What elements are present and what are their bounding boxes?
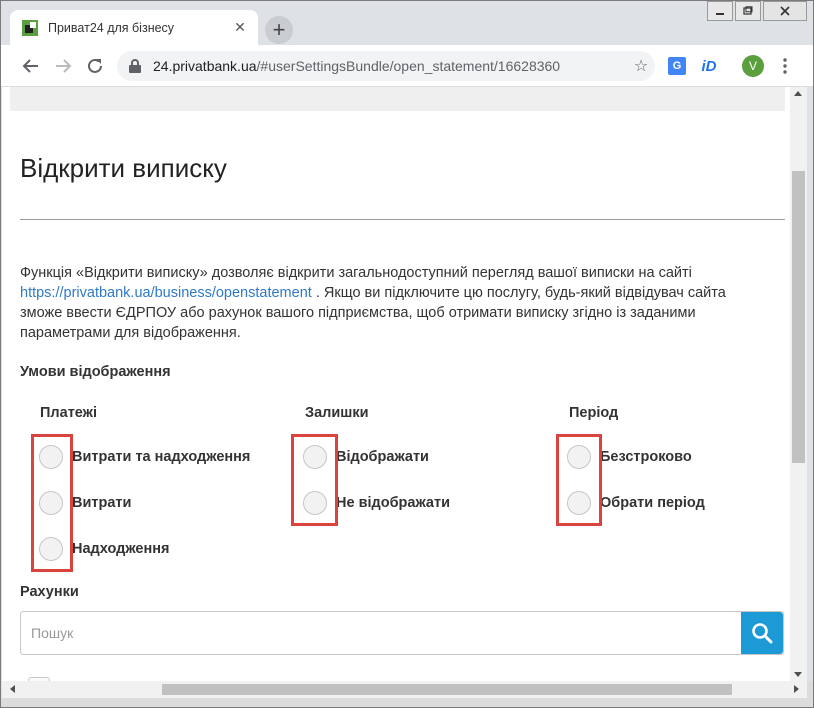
reload-icon	[88, 58, 102, 73]
browser-tab[interactable]: Приват24 для бізнесу ✕	[10, 10, 258, 45]
radio-label: Не відображати	[336, 495, 450, 511]
url-host: 24.privatbank.ua	[153, 58, 257, 74]
payments-radio-highlight	[31, 434, 73, 572]
maximize-button[interactable]	[735, 1, 761, 21]
translate-icon: G	[668, 57, 686, 75]
title-divider	[20, 219, 785, 220]
search-input[interactable]	[21, 612, 741, 654]
description-before-link: Функція «Відкрити виписку» дозволяє відк…	[20, 265, 692, 281]
scroll-right-icon[interactable]	[794, 685, 799, 693]
tab-strip: Приват24 для бізнесу ✕ +	[1, 1, 813, 45]
accounts-search	[20, 611, 784, 655]
period-column-label: Період	[569, 405, 619, 421]
scrollbar-corner	[807, 681, 813, 698]
avatar: V	[742, 55, 764, 77]
radio-label: Обрати період	[600, 495, 705, 511]
balances-column-label: Залишки	[305, 405, 369, 421]
accounts-label: Рахунки	[20, 584, 79, 600]
browser-menu-button[interactable]	[773, 54, 797, 78]
id-extension-button[interactable]: iD	[697, 54, 721, 78]
openstatement-link[interactable]: https://privatbank.ua/business/openstate…	[20, 285, 312, 301]
bookmark-star-icon[interactable]: ☆	[627, 56, 655, 76]
vertical-scrollbar[interactable]	[790, 87, 807, 681]
radio-label: Безстроково	[600, 449, 692, 465]
scroll-down-icon[interactable]	[794, 672, 802, 677]
minimize-icon	[716, 13, 724, 15]
description-text: Функція «Відкрити виписку» дозволяє відк…	[20, 263, 760, 343]
radio-label: Витрати	[72, 495, 132, 511]
window-controls	[705, 1, 807, 21]
privat24-favicon-icon	[22, 19, 38, 36]
tab-close-icon[interactable]: ✕	[228, 16, 252, 40]
search-button[interactable]	[741, 612, 783, 654]
scroll-left-icon[interactable]	[10, 685, 15, 693]
payments-column-label: Платежі	[40, 405, 97, 421]
period-radio-highlight	[556, 434, 602, 526]
new-tab-button[interactable]: +	[265, 16, 293, 44]
forward-button[interactable]	[47, 50, 79, 82]
window-bottom-edge	[1, 698, 813, 707]
browser-window: Приват24 для бізнесу ✕ + 24.privatbank.u…	[0, 0, 814, 708]
page-viewport: Відкрити виписку Функція «Відкрити випис…	[2, 87, 790, 681]
arrow-right-icon	[56, 58, 72, 73]
profile-button[interactable]: V	[741, 54, 765, 78]
radio-label: Відображати	[336, 449, 429, 465]
address-bar[interactable]: 24.privatbank.ua/#userSettingsBundle/ope…	[117, 51, 655, 81]
search-icon	[752, 623, 773, 644]
radio-label: Витрати та надходження	[72, 449, 251, 465]
page-title: Відкрити виписку	[20, 153, 227, 183]
url-path: /#userSettingsBundle/open_statement/1662…	[256, 58, 561, 74]
kebab-menu-icon	[783, 58, 787, 74]
page-header-band	[10, 87, 785, 111]
browser-toolbar: 24.privatbank.ua/#userSettingsBundle/ope…	[1, 45, 813, 87]
restore-icon	[743, 6, 753, 15]
close-window-button[interactable]	[763, 1, 807, 21]
balances-radio-highlight	[291, 434, 338, 526]
url-text[interactable]: 24.privatbank.ua/#userSettingsBundle/ope…	[153, 58, 627, 74]
arrow-left-icon	[22, 58, 38, 73]
back-button[interactable]	[15, 50, 47, 82]
close-icon	[780, 6, 790, 16]
display-conditions-label: Умови відображення	[20, 364, 171, 380]
lock-icon[interactable]	[129, 59, 141, 73]
translate-extension-button[interactable]: G	[665, 54, 689, 78]
horizontal-scrollbar[interactable]	[2, 681, 807, 698]
vertical-scroll-thumb[interactable]	[792, 171, 805, 463]
radio-label: Надходження	[72, 541, 170, 557]
tab-title: Приват24 для бізнесу	[48, 20, 175, 35]
reload-button[interactable]	[79, 50, 111, 82]
scroll-up-icon[interactable]	[794, 91, 802, 96]
horizontal-scroll-thumb[interactable]	[162, 684, 732, 695]
minimize-button[interactable]	[707, 1, 733, 21]
